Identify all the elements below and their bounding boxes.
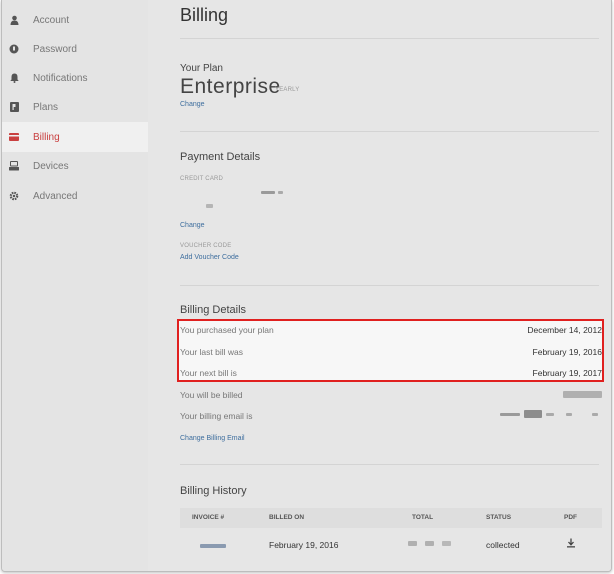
- sidebar-item-password[interactable]: Password: [2, 34, 148, 64]
- redacted-email: [566, 413, 572, 416]
- status-cell: collected: [486, 540, 520, 550]
- plans-icon: [9, 102, 19, 112]
- billing-history-heading: Billing History: [180, 485, 247, 497]
- divider: [180, 131, 599, 132]
- divider: [180, 285, 599, 286]
- redacted-total: [425, 541, 434, 546]
- sidebar: Account Password Notifications Plans Bil…: [2, 0, 148, 571]
- column-header: PDF: [564, 514, 577, 521]
- sidebar-item-advanced[interactable]: Advanced: [2, 181, 148, 211]
- redacted-amount: [563, 391, 602, 398]
- column-header: TOTAL: [412, 514, 434, 521]
- sidebar-item-label: Password: [33, 43, 77, 55]
- divider: [180, 464, 599, 465]
- column-header: BILLED ON: [269, 514, 305, 521]
- redacted-card-number: [278, 191, 283, 194]
- billed-on-cell: February 19, 2016: [269, 540, 339, 550]
- redacted-email: [592, 413, 598, 416]
- history-table-header: INVOICE # BILLED ON TOTAL STATUS PDF: [180, 508, 602, 528]
- detail-label: You purchased your plan: [180, 325, 274, 335]
- settings-window: Account Password Notifications Plans Bil…: [1, 0, 612, 572]
- credit-card-label: CREDIT CARD: [180, 176, 224, 182]
- credit-card-icon: [9, 132, 19, 142]
- gear-icon: [9, 191, 19, 201]
- detail-label: Your last bill was: [180, 347, 243, 357]
- change-plan-link[interactable]: Change: [180, 101, 205, 108]
- redacted-email: [500, 413, 520, 416]
- sidebar-item-plans[interactable]: Plans: [2, 92, 148, 122]
- redacted-email: [546, 413, 554, 416]
- detail-label: You will be billed: [180, 390, 243, 400]
- add-voucher-link[interactable]: Add Voucher Code: [180, 254, 239, 261]
- detail-row-next-bill: Your next bill is February 19, 2017: [180, 368, 602, 389]
- table-row: February 19, 2016 collected: [180, 534, 602, 558]
- sidebar-item-label: Devices: [33, 160, 69, 172]
- voucher-label: VOUCHER CODE: [180, 243, 232, 249]
- sidebar-item-label: Account: [33, 14, 70, 26]
- detail-label: Your next bill is: [180, 368, 237, 378]
- redacted-card-number: [261, 191, 275, 194]
- payment-heading: Payment Details: [180, 151, 261, 163]
- sidebar-item-label: Plans: [33, 101, 59, 113]
- detail-row-last-bill: Your last bill was February 19, 2016: [180, 347, 602, 368]
- redacted-total: [442, 541, 451, 546]
- detail-value: December 14, 2012: [527, 325, 602, 335]
- redacted-invoice-number[interactable]: [200, 544, 226, 548]
- change-billing-email-link[interactable]: Change Billing Email: [180, 435, 245, 442]
- detail-label: Your billing email is: [180, 411, 253, 421]
- divider: [180, 38, 599, 39]
- sidebar-item-label: Advanced: [33, 190, 78, 202]
- plan-name: Enterprise: [180, 75, 281, 98]
- change-payment-link[interactable]: Change: [180, 222, 205, 229]
- bell-icon: [9, 73, 19, 83]
- sidebar-item-account[interactable]: Account: [2, 5, 148, 35]
- billing-page: Billing Your Plan Enterprise YEARLY Chan…: [148, 0, 611, 571]
- page-title: Billing: [180, 5, 229, 25]
- detail-row-purchased: You purchased your plan December 14, 201…: [180, 325, 602, 346]
- redacted-total: [408, 541, 417, 546]
- devices-icon: [9, 161, 19, 171]
- sidebar-item-notifications[interactable]: Notifications: [2, 63, 148, 93]
- redacted-card-expiry: [206, 204, 213, 208]
- sidebar-item-label: Billing: [33, 131, 60, 143]
- lock-icon: [9, 44, 19, 54]
- download-pdf-icon[interactable]: [566, 538, 576, 550]
- column-header: STATUS: [486, 514, 512, 521]
- redacted-email: [524, 410, 542, 418]
- detail-value: February 19, 2016: [532, 347, 602, 357]
- billing-details-heading: Billing Details: [180, 304, 247, 316]
- plan-heading: Your Plan: [180, 63, 223, 74]
- plan-term: YEARLY: [275, 87, 300, 93]
- user-icon: [9, 15, 19, 25]
- sidebar-item-billing[interactable]: Billing: [2, 122, 148, 152]
- column-header: INVOICE #: [192, 514, 225, 521]
- detail-value: February 19, 2017: [532, 368, 602, 378]
- sidebar-item-label: Notifications: [33, 72, 88, 84]
- detail-row-billed-amount: You will be billed: [180, 390, 602, 411]
- sidebar-item-devices[interactable]: Devices: [2, 151, 148, 181]
